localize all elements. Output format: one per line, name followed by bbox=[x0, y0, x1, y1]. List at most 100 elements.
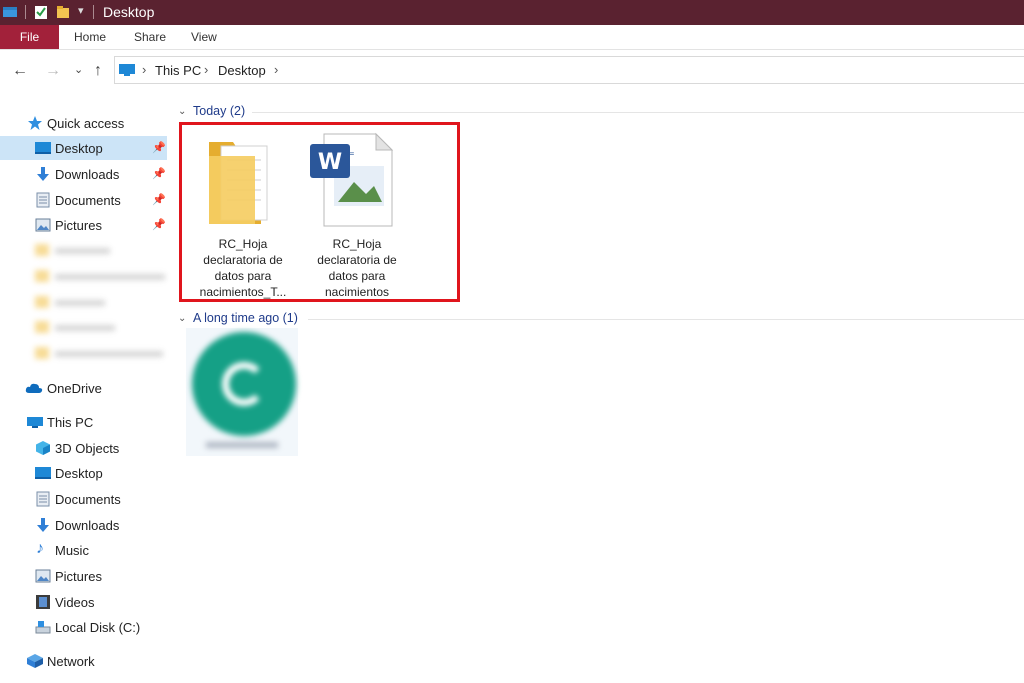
file-name-line: nacimientos bbox=[324, 285, 390, 299]
file-name-line: nacimientos_T... bbox=[199, 285, 287, 299]
sidebar-item-pictures[interactable]: Pictures 📌 bbox=[0, 213, 167, 237]
star-icon bbox=[28, 116, 42, 130]
breadcrumb-chevron-icon[interactable]: › bbox=[142, 62, 146, 77]
file-name: RC_Hoja declaratoria de datos para nacim… bbox=[188, 236, 298, 300]
tab-file[interactable]: File bbox=[0, 25, 59, 49]
file-name-line: declaratoria de bbox=[203, 253, 283, 267]
back-arrow-icon[interactable]: ← bbox=[12, 62, 28, 80]
app-shortcut-icon bbox=[186, 328, 298, 456]
pin-icon[interactable]: 📌 bbox=[152, 193, 166, 206]
group-divider bbox=[308, 319, 1024, 320]
sidebar-item-label: This PC bbox=[47, 415, 94, 430]
customize-toolbar-chevron-icon[interactable]: ▾ bbox=[78, 4, 84, 17]
sidebar-network[interactable]: Network bbox=[0, 649, 167, 673]
network-icon bbox=[27, 654, 43, 668]
breadcrumb-chevron-icon[interactable]: › bbox=[274, 62, 278, 77]
sidebar-item-blurred-folder[interactable] bbox=[0, 316, 167, 340]
file-name-line: declaratoria de bbox=[317, 253, 397, 267]
sidebar-item-3d-objects[interactable]: 3D Objects bbox=[0, 436, 167, 460]
sidebar-item-label: 3D Objects bbox=[55, 441, 120, 456]
music-note-icon: ♪ bbox=[36, 540, 44, 557]
sidebar-item-blurred-folder[interactable] bbox=[0, 291, 167, 315]
file-name-line: datos para bbox=[214, 269, 272, 283]
folder-window-icon bbox=[3, 7, 17, 17]
pin-icon[interactable]: 📌 bbox=[152, 218, 166, 231]
film-icon bbox=[36, 595, 50, 609]
sidebar-item-blurred-folder[interactable] bbox=[0, 342, 167, 366]
collapse-chevron-icon[interactable]: ⌄ bbox=[178, 313, 186, 324]
group-header-today[interactable]: Today (2) bbox=[193, 104, 245, 118]
sidebar-item-label: Downloads bbox=[55, 518, 120, 533]
sidebar-item-label: Documents bbox=[55, 492, 121, 507]
sidebar-item-music[interactable]: ♪ Music bbox=[0, 538, 167, 562]
sidebar-item-label: Quick access bbox=[47, 116, 125, 131]
address-bar[interactable]: › This PC › Desktop › bbox=[114, 56, 1024, 84]
properties-icon[interactable] bbox=[34, 4, 48, 20]
pin-icon[interactable]: 📌 bbox=[152, 167, 166, 180]
file-name: RC_Hoja declaratoria de datos para nacim… bbox=[302, 236, 412, 300]
tab-share[interactable]: Share bbox=[134, 25, 166, 49]
file-item-app-shortcut[interactable] bbox=[186, 328, 298, 456]
svg-text:=: = bbox=[348, 149, 355, 158]
sidebar-item-videos[interactable]: Videos bbox=[0, 590, 167, 614]
title-bar: ▾ Desktop bbox=[0, 0, 1024, 25]
sidebar-item-label: OneDrive bbox=[47, 381, 102, 396]
sidebar-item-label: Videos bbox=[55, 595, 95, 610]
sidebar-item-label: Music bbox=[55, 543, 89, 558]
this-pc-icon bbox=[27, 417, 43, 428]
up-arrow-icon[interactable]: ↑ bbox=[94, 62, 102, 80]
sidebar-item-local-disk[interactable]: Local Disk (C:) bbox=[0, 615, 167, 639]
download-arrow-icon bbox=[37, 167, 49, 181]
sidebar-item-label: Desktop bbox=[55, 141, 103, 156]
sidebar-item-label: Downloads bbox=[55, 167, 120, 182]
documents-icon bbox=[36, 192, 50, 208]
cube-icon bbox=[36, 441, 50, 455]
sidebar-item-downloads[interactable]: Downloads bbox=[0, 513, 167, 537]
sidebar-item-desktop[interactable]: Desktop bbox=[0, 461, 167, 485]
new-folder-icon[interactable] bbox=[56, 4, 70, 20]
drive-icon bbox=[35, 621, 51, 634]
documents-icon bbox=[36, 491, 50, 507]
sidebar-item-label: Pictures bbox=[55, 569, 102, 584]
toolbar-separator bbox=[25, 5, 26, 19]
sidebar-item-label: Documents bbox=[55, 193, 121, 208]
sidebar-item-label: Network bbox=[47, 654, 95, 669]
desktop-icon bbox=[35, 142, 51, 154]
pin-icon[interactable]: 📌 bbox=[152, 141, 166, 154]
tab-view[interactable]: View bbox=[191, 25, 217, 49]
ribbon: File Home Share View bbox=[0, 25, 1024, 50]
pictures-icon bbox=[35, 569, 51, 583]
sidebar-item-documents[interactable]: Documents bbox=[0, 487, 167, 511]
sidebar-item-desktop[interactable]: Desktop 📌 bbox=[0, 136, 167, 160]
sidebar-item-blurred-folder[interactable] bbox=[0, 265, 167, 289]
breadcrumb-desktop[interactable]: Desktop bbox=[218, 63, 266, 78]
sidebar-item-label: Local Disk (C:) bbox=[55, 620, 141, 635]
file-item-word-document[interactable]: W = RC_Hoja declaratoria de datos para n… bbox=[302, 128, 412, 300]
tab-home[interactable]: Home bbox=[74, 25, 106, 49]
sidebar-item-label: Pictures bbox=[55, 218, 102, 233]
sidebar-item-documents[interactable]: Documents 📌 bbox=[0, 188, 167, 212]
sidebar-this-pc[interactable]: This PC bbox=[0, 410, 167, 434]
svg-text:W: W bbox=[318, 150, 342, 175]
sidebar-quick-access[interactable]: Quick access bbox=[0, 111, 167, 135]
group-divider bbox=[252, 112, 1024, 113]
folder-icon bbox=[209, 142, 268, 224]
file-name-line: RC_Hoja bbox=[218, 237, 268, 251]
desktop-icon bbox=[35, 467, 51, 479]
group-header-long-time-ago[interactable]: A long time ago (1) bbox=[193, 311, 298, 325]
word-document-icon: W = bbox=[310, 132, 394, 227]
sidebar-item-downloads[interactable]: Downloads 📌 bbox=[0, 162, 167, 186]
breadcrumb-this-pc[interactable]: This PC bbox=[155, 63, 201, 78]
file-item-folder[interactable]: RC_Hoja declaratoria de datos para nacim… bbox=[188, 128, 298, 300]
file-name-line: RC_Hoja bbox=[332, 237, 382, 251]
sidebar-item-label: Desktop bbox=[55, 466, 103, 481]
breadcrumb-chevron-icon[interactable]: › bbox=[204, 62, 208, 77]
forward-arrow-icon[interactable]: → bbox=[45, 62, 61, 80]
sidebar-item-blurred-folder[interactable] bbox=[0, 239, 167, 263]
this-pc-icon bbox=[119, 64, 135, 76]
recent-locations-chevron-icon[interactable]: ⌄ bbox=[74, 63, 83, 76]
sidebar-onedrive[interactable]: OneDrive bbox=[0, 376, 167, 400]
collapse-chevron-icon[interactable]: ⌄ bbox=[178, 106, 186, 117]
sidebar-item-pictures[interactable]: Pictures bbox=[0, 564, 167, 588]
pictures-icon bbox=[35, 218, 51, 232]
